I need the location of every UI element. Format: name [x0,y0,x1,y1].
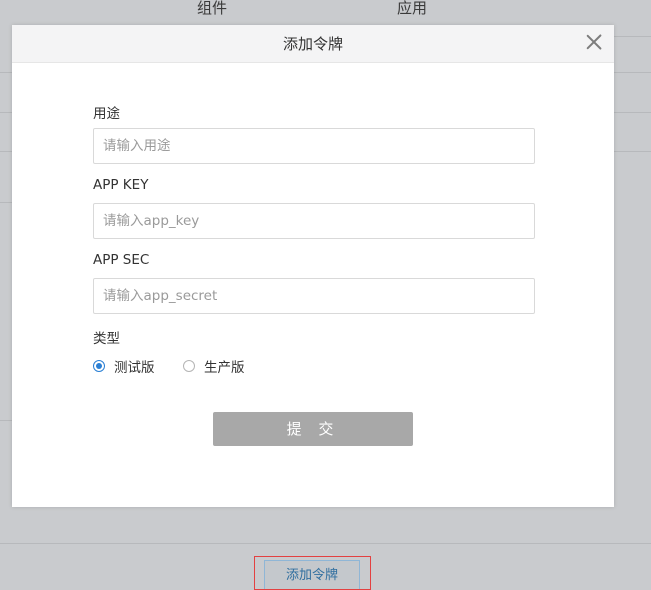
column-header-app: 应用 [397,0,428,17]
row-divider [0,202,12,203]
app-secret-input[interactable] [93,278,535,314]
radio-unchecked-icon [183,360,195,372]
table-header: 组件 应用 [0,0,651,18]
radio-test-label: 测试版 [114,360,155,376]
add-token-modal: 添加令牌 用途 APP KEY APP SEC 类型 测试版 生产版 提 交 [12,25,614,507]
modal-title: 添加令牌 [282,35,343,53]
column-header-component: 组件 [197,0,228,17]
highlight-box [254,556,371,590]
app-key-label: APP KEY [93,177,149,193]
purpose-label: 用途 [93,106,120,122]
radio-production-label: 生产版 [204,360,245,376]
row-divider [0,151,12,152]
submit-button[interactable]: 提 交 [213,412,413,446]
app-sec-label: APP SEC [93,252,150,268]
modal-header: 添加令牌 [12,25,614,63]
row-divider [0,420,12,421]
app-key-input[interactable] [93,203,535,239]
row-divider [0,112,12,113]
type-label: 类型 [93,331,120,347]
row-divider [614,151,651,152]
close-icon[interactable] [585,33,603,51]
purpose-input[interactable] [93,128,535,164]
radio-test-version[interactable]: 测试版 [93,356,155,376]
row-divider [614,72,651,73]
row-divider [0,72,12,73]
radio-production-version[interactable]: 生产版 [183,356,245,376]
radio-checked-icon [93,360,105,372]
row-divider [614,36,651,37]
row-divider [614,112,651,113]
